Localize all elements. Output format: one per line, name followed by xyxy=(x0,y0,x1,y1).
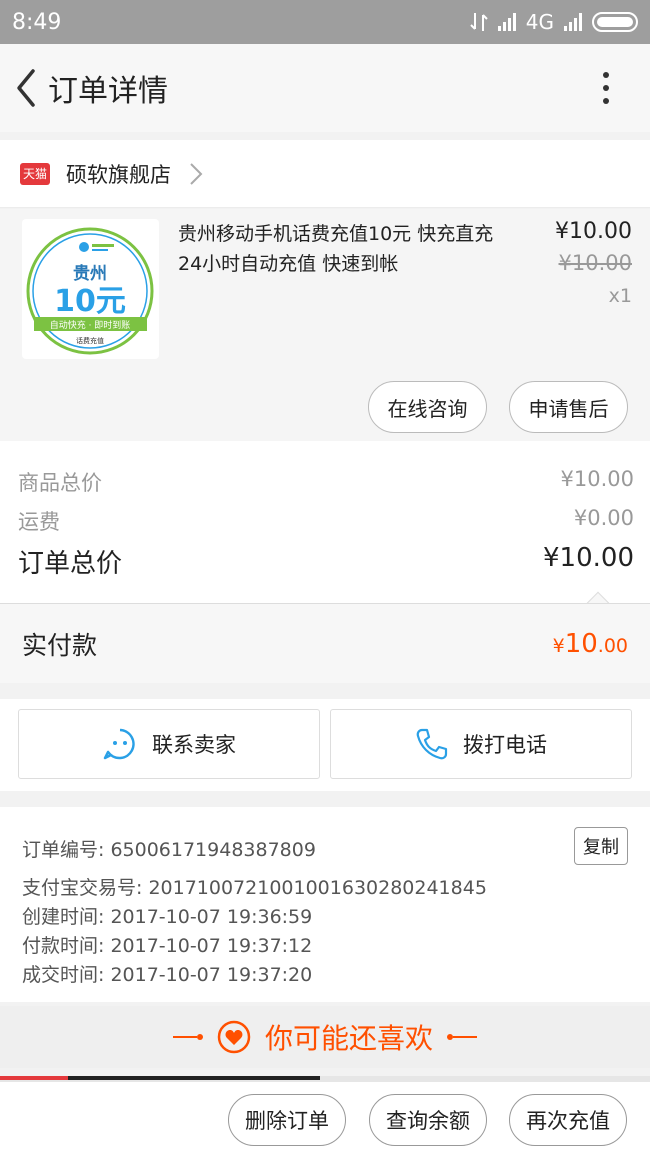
heart-icon xyxy=(217,1020,251,1054)
product-title[interactable]: 贵州移动手机话费充值10元 快充直充 24小时自动充值 快速到帐 xyxy=(178,219,508,279)
order-total-value: ¥10.00 xyxy=(543,543,634,573)
page-title: 订单详情 xyxy=(48,74,168,109)
call-phone-button[interactable]: 拨打电话 xyxy=(330,709,632,779)
amount-paid-row: 实付款 ¥10.00 xyxy=(0,603,650,683)
amount-paid-currency: ¥ xyxy=(552,634,565,657)
product-price: ¥10.00 xyxy=(555,219,632,244)
order-total-label: 订单总价 xyxy=(18,549,123,579)
contact-seller-button[interactable]: 联系卖家 xyxy=(18,709,320,779)
store-row[interactable]: 天猫 硕软旗舰店 xyxy=(0,140,650,208)
consult-button[interactable]: 在线咨询 xyxy=(368,381,487,433)
order-number: 订单编号: 65006171948387809 xyxy=(22,839,316,861)
amount-paid-value: ¥10.00 xyxy=(553,629,628,659)
price-summary: 商品总价 ¥10.00 运费 ¥0.00 订单总价 ¥10.00 xyxy=(0,441,650,615)
original-price: ¥10.00 xyxy=(558,251,632,275)
delete-order-button[interactable]: 删除订单 xyxy=(228,1094,346,1146)
more-menu-button[interactable] xyxy=(586,58,626,118)
shipping-row: 运费 ¥0.00 xyxy=(18,506,634,536)
battery-icon xyxy=(592,12,638,32)
store-name[interactable]: 硕软旗舰店 xyxy=(66,159,171,189)
amount-paid-decimal: .00 xyxy=(597,634,628,657)
recommend-header: 你可能还喜欢 xyxy=(0,1006,650,1068)
tmall-badge: 天猫 xyxy=(20,162,50,185)
recharge-again-button[interactable]: 再次充值 xyxy=(509,1094,627,1146)
back-arrow-icon xyxy=(17,69,35,107)
order-info: 订单编号: 65006171948387809 复制 支付宝交易号: 20171… xyxy=(0,807,650,1002)
alipay-trade-number: 支付宝交易号: 2017100721001001630280241845 xyxy=(22,877,487,899)
signal-icon xyxy=(497,13,516,31)
product-card[interactable]: 贵州 10元 自动快充 · 即时到账 话费充值 贵州移动手机话费充值10元 快充… xyxy=(0,209,650,441)
goods-total-row: 商品总价 ¥10.00 xyxy=(18,467,634,497)
thumb-tagline: 自动快充 · 即时到账 xyxy=(50,319,131,331)
recommend-title: 你可能还喜欢 xyxy=(264,1022,433,1055)
goods-total-value: ¥10.00 xyxy=(560,467,634,491)
back-button[interactable] xyxy=(4,58,48,118)
right-dash xyxy=(447,1034,477,1040)
closed-time: 成交时间: 2017-10-07 19:37:20 xyxy=(22,964,313,986)
contact-section: 联系卖家 拨打电话 xyxy=(0,699,650,791)
paid-time: 付款时间: 2017-10-07 19:37:12 xyxy=(22,935,313,957)
created-time: 创建时间: 2017-10-07 19:36:59 xyxy=(22,906,313,928)
thumb-amount: 10元 xyxy=(54,284,126,319)
bottom-action-bar: 删除订单 查询余额 再次充值 xyxy=(0,1082,650,1155)
order-total-row: 订单总价 ¥10.00 xyxy=(18,543,634,580)
goods-total-label: 商品总价 xyxy=(18,471,102,495)
call-phone-label: 拨打电话 xyxy=(463,733,547,757)
contact-seller-label: 联系卖家 xyxy=(152,733,236,757)
copy-button[interactable]: 复制 xyxy=(574,827,628,865)
status-bar: 8:49 4G xyxy=(0,0,650,44)
data-transfer-icon xyxy=(470,13,488,31)
check-balance-button[interactable]: 查询余额 xyxy=(369,1094,487,1146)
product-image[interactable]: 贵州 10元 自动快充 · 即时到账 话费充值 xyxy=(22,219,159,359)
after-sale-button[interactable]: 申请售后 xyxy=(509,381,628,433)
phone-icon xyxy=(416,728,448,760)
signal-icon-2 xyxy=(564,13,582,31)
shipping-value: ¥0.00 xyxy=(573,506,634,530)
left-dash xyxy=(172,1034,203,1040)
chat-face-icon xyxy=(103,728,135,760)
shipping-label: 运费 xyxy=(18,510,60,534)
status-icons: 4G xyxy=(470,10,638,34)
amount-paid-integer: 10 xyxy=(564,628,598,659)
network-type: 4G xyxy=(525,10,554,34)
chevron-right-icon xyxy=(190,162,203,185)
thumb-province: 贵州 xyxy=(73,263,107,284)
amount-paid-label: 实付款 xyxy=(22,630,98,660)
thumb-footer: 话费充值 xyxy=(76,336,104,345)
app-header: 订单详情 xyxy=(0,44,650,132)
status-time: 8:49 xyxy=(12,9,62,35)
product-quantity: x1 xyxy=(608,285,632,307)
